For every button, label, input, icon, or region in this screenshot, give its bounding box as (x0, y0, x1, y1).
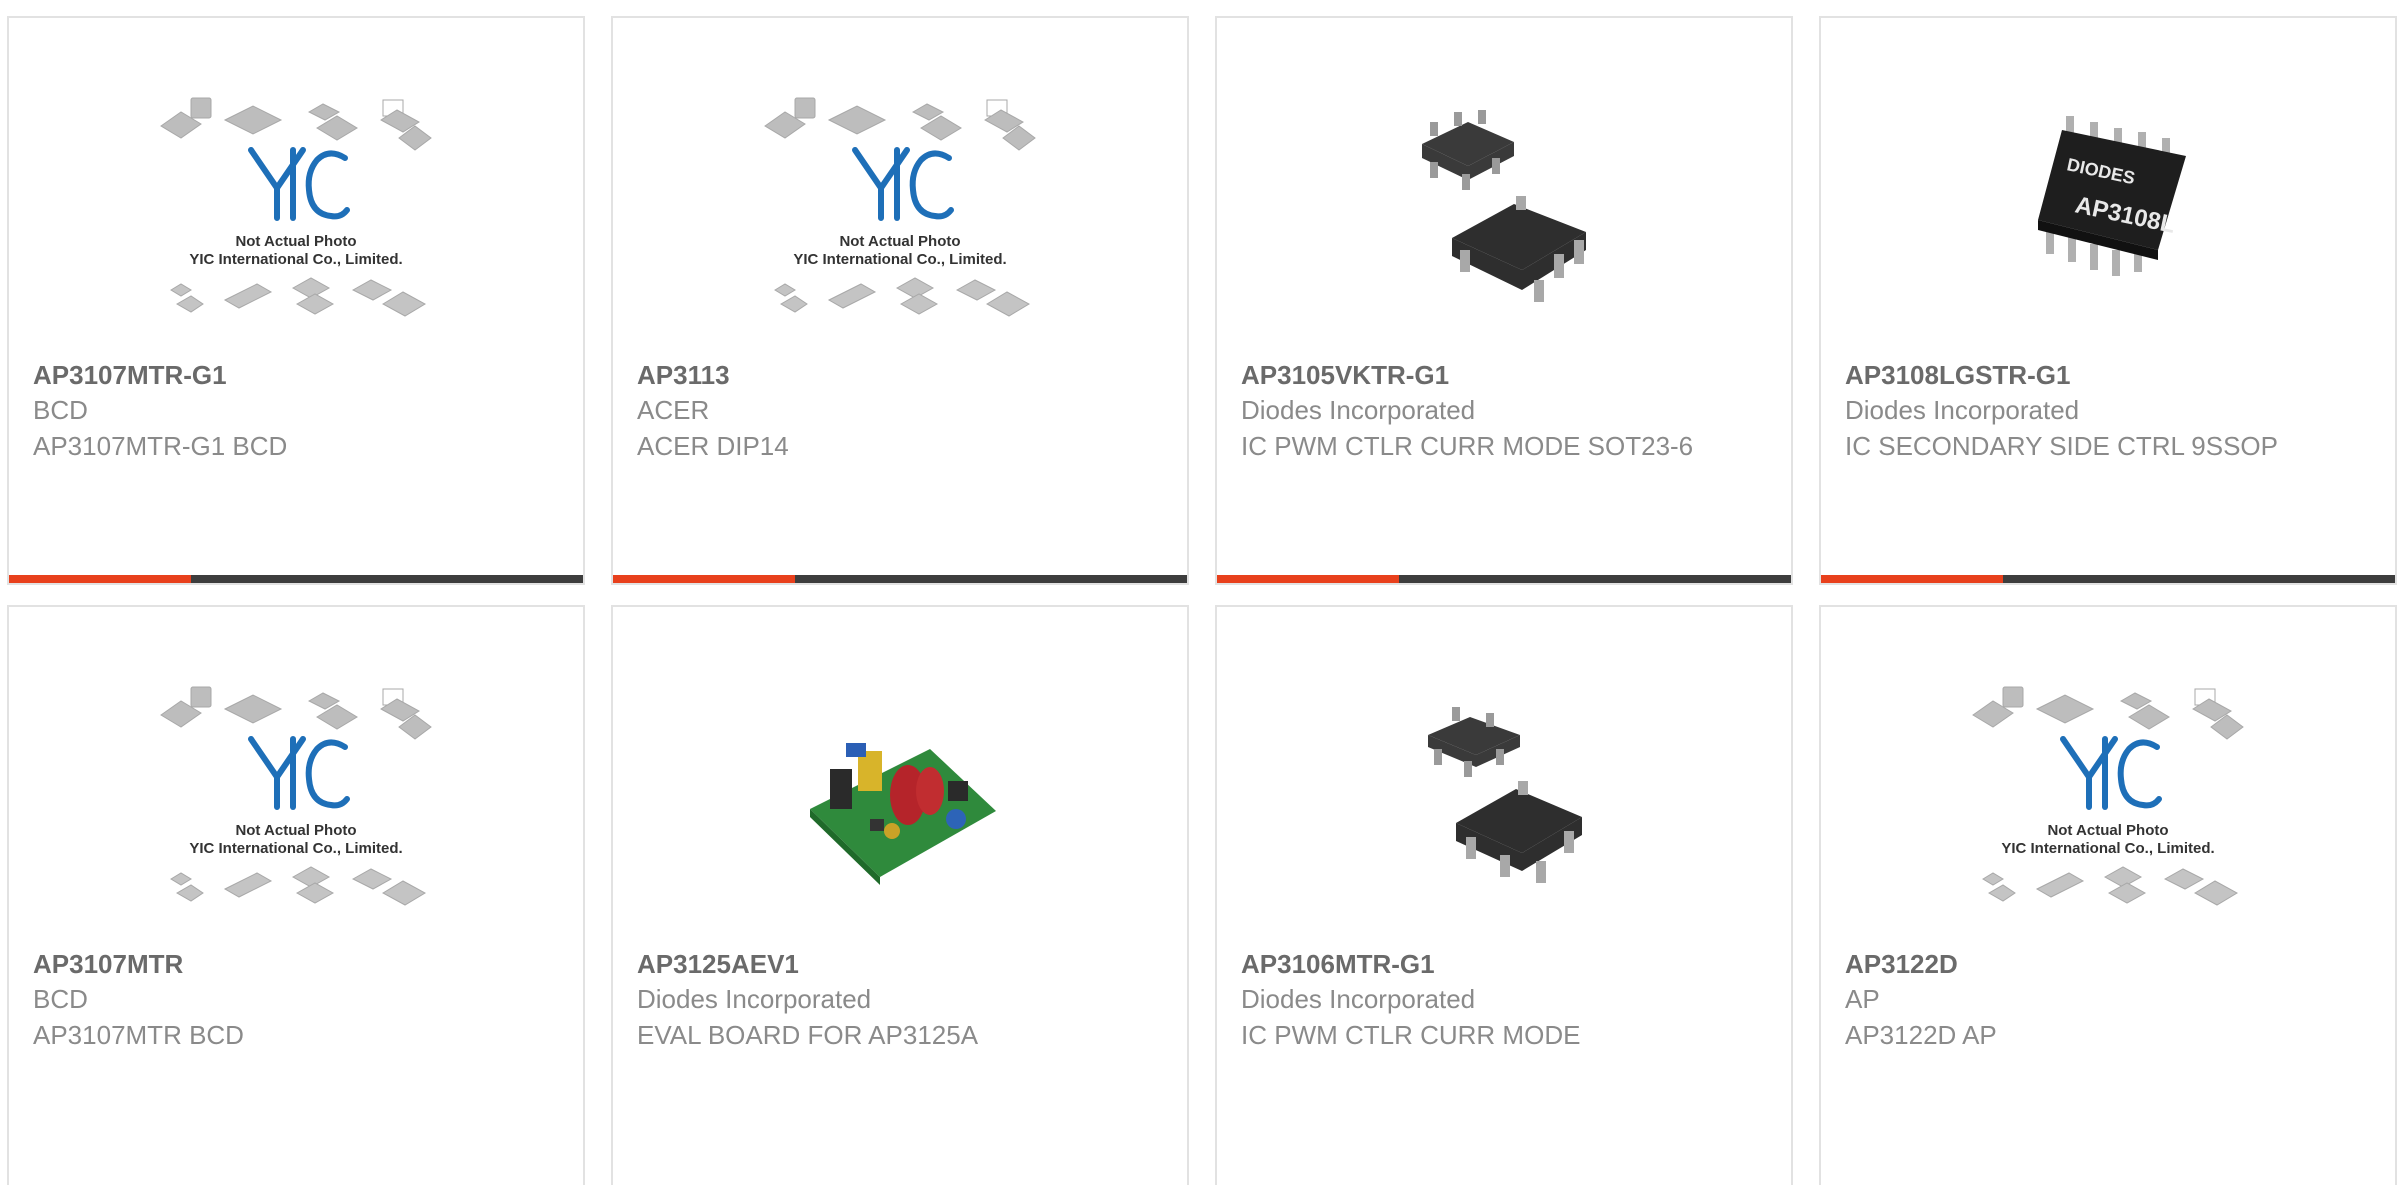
part-number-link[interactable]: AP3106MTR-G1 (1241, 947, 1767, 981)
placeholder-photo-icon: Not Actual Photo YIC International Co., … (160, 686, 432, 906)
part-number-link[interactable]: AP3107MTR (33, 947, 559, 981)
description-text: EVAL BOARD FOR AP3125A (637, 1020, 979, 1050)
svg-text:Not Actual Photo: Not Actual Photo (235, 233, 356, 250)
part-number-link[interactable]: AP3122D (1845, 947, 2371, 981)
description-text: IC PWM CTLR CURR MODE (1241, 1020, 1581, 1050)
product-card[interactable]: Not Actual Photo YIC International Co., … (7, 605, 585, 1185)
eval-board-photo-icon (810, 743, 996, 885)
product-image[interactable] (1217, 679, 1791, 951)
description-text: IC SECONDARY SIDE CTRL 9SSOP (1845, 431, 2278, 461)
product-image[interactable] (1217, 90, 1791, 362)
manufacturer-label: Diodes Incorporated (637, 984, 872, 1014)
manufacturer-label: ACER (637, 395, 710, 425)
product-image[interactable]: Not Actual Photo YIC International Co., … (1821, 679, 2395, 951)
svg-text:YIC International Co., Limited: YIC International Co., Limited. (189, 840, 402, 857)
product-card[interactable]: AP3105VKTR-G1 Diodes Incorporated IC PWM… (1215, 16, 1793, 585)
svg-text:Not Actual Photo: Not Actual Photo (839, 233, 960, 250)
ssop-chip-photo-icon: DIODES AP3108L (2038, 116, 2186, 276)
description-text: AP3122D AP (1845, 1020, 1997, 1050)
sot23-chip-photo-icon (1422, 110, 1586, 302)
product-card[interactable]: AP3125AEV1 Diodes Incorporated EVAL BOAR… (611, 605, 1189, 1185)
card-accent-bar (1217, 575, 1791, 583)
manufacturer-label: AP (1845, 984, 1880, 1014)
product-image[interactable]: Not Actual Photo YIC International Co., … (9, 90, 583, 362)
sot23-chip-photo-icon (1428, 707, 1582, 883)
part-number-link[interactable]: AP3105VKTR-G1 (1241, 358, 1767, 392)
part-number-link[interactable]: AP3108LGSTR-G1 (1845, 358, 2371, 392)
product-card[interactable]: Not Actual Photo YIC International Co., … (7, 16, 585, 585)
product-image[interactable]: Not Actual Photo YIC International Co., … (9, 679, 583, 951)
product-card[interactable]: DIODES AP3108L AP3108LGSTR-G1 Diodes Inc… (1819, 16, 2397, 585)
manufacturer-label: BCD (33, 395, 88, 425)
manufacturer-label: BCD (33, 984, 88, 1014)
card-accent-bar (613, 575, 1187, 583)
svg-text:YIC International Co., Limited: YIC International Co., Limited. (189, 251, 402, 268)
placeholder-photo-icon: Not Actual Photo YIC International Co., … (764, 97, 1036, 317)
product-image[interactable]: DIODES AP3108L (1821, 90, 2395, 362)
manufacturer-label: Diodes Incorporated (1241, 395, 1476, 425)
svg-text:Not Actual Photo: Not Actual Photo (235, 822, 356, 839)
svg-text:Not Actual Photo: Not Actual Photo (2047, 822, 2168, 839)
description-text: AP3107MTR BCD (33, 1020, 244, 1050)
manufacturer-label: Diodes Incorporated (1845, 395, 2080, 425)
svg-text:YIC International Co., Limited: YIC International Co., Limited. (793, 251, 1006, 268)
card-accent-bar (1821, 575, 2395, 583)
placeholder-photo-icon: Not Actual Photo YIC International Co., … (160, 97, 432, 317)
product-card[interactable]: Not Actual Photo YIC International Co., … (1819, 605, 2397, 1185)
part-number-link[interactable]: AP3125AEV1 (637, 947, 1163, 981)
product-image[interactable]: Not Actual Photo YIC International Co., … (613, 90, 1187, 362)
product-image[interactable] (613, 679, 1187, 951)
card-accent-bar (9, 575, 583, 583)
description-text: IC PWM CTLR CURR MODE SOT23-6 (1241, 431, 1694, 461)
product-card[interactable]: AP3106MTR-G1 Diodes Incorporated IC PWM … (1215, 605, 1793, 1185)
description-text: ACER DIP14 (637, 431, 789, 461)
part-number-link[interactable]: AP3107MTR-G1 (33, 358, 559, 392)
svg-text:YIC International Co., Limited: YIC International Co., Limited. (2001, 840, 2214, 857)
manufacturer-label: Diodes Incorporated (1241, 984, 1476, 1014)
description-text: AP3107MTR-G1 BCD (33, 431, 288, 461)
product-card[interactable]: Not Actual Photo YIC International Co., … (611, 16, 1189, 585)
placeholder-photo-icon: Not Actual Photo YIC International Co., … (1972, 686, 2244, 906)
part-number-link[interactable]: AP3113 (637, 358, 1163, 392)
